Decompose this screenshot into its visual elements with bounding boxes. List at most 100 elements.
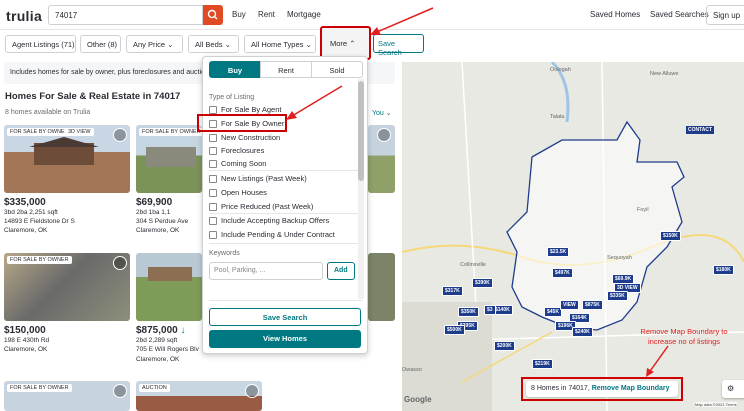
map-price-pin[interactable]: $500K <box>444 325 465 335</box>
divider <box>209 243 359 244</box>
map-price-pin[interactable]: $200K <box>494 341 515 351</box>
listing-card-photo[interactable] <box>136 253 202 321</box>
view-homes-button[interactable]: View Homes <box>209 330 361 348</box>
trulia-logo[interactable]: trulia <box>6 8 42 24</box>
listing-card-photo[interactable]: FOR SALE BY OWNER <box>4 253 130 321</box>
checkbox[interactable] <box>209 146 217 155</box>
heart-icon[interactable] <box>245 384 259 398</box>
location-search-input[interactable]: 74017 <box>48 5 203 25</box>
tab-sold[interactable]: Sold <box>311 61 363 78</box>
listing-card-photo[interactable] <box>368 125 395 193</box>
beds-filter-label: All Beds <box>195 40 223 49</box>
nav-mortgage[interactable]: Mortgage <box>287 10 321 19</box>
listing-address[interactable]: 198 E 430th Rd <box>4 337 49 344</box>
map-credit[interactable]: Map data ©2021 Terms <box>695 402 737 407</box>
option-label: New Construction <box>221 133 281 142</box>
nav-saved-searches[interactable]: Saved Searches <box>650 10 709 19</box>
listing-specs: 2bd 1ba 1,1 <box>136 209 171 216</box>
map-place-label: Foyil <box>637 207 649 213</box>
map-price-pin[interactable]: $317K <box>442 286 463 296</box>
checkbox[interactable] <box>209 216 217 225</box>
map-price-pin[interactable]: $350K <box>458 307 479 317</box>
map-price-pin[interactable]: VIEW <box>560 300 579 310</box>
map-place-label: Collinsville <box>460 262 486 268</box>
listing-specs: 2bd 2,289 sqft <box>136 337 178 344</box>
option-coming-soon[interactable]: Coming Soon <box>209 159 266 168</box>
map-settings-button[interactable]: ⚙ <box>722 380 744 398</box>
search-button[interactable] <box>203 5 223 25</box>
checkbox[interactable] <box>209 202 217 211</box>
listing-address[interactable]: 14893 E Fieldstone Dr S <box>4 218 75 225</box>
sign-up-button[interactable]: Sign up <box>706 5 744 25</box>
option-pending[interactable]: Include Pending & Under Contract <box>209 230 335 239</box>
chevron-up-icon: ⌃ <box>349 39 356 48</box>
option-new-listings[interactable]: New Listings (Past Week) <box>209 174 307 183</box>
heart-icon[interactable] <box>113 256 127 270</box>
listing-price: $875,000 ↓ <box>136 325 186 336</box>
listing-price: $335,000 <box>4 197 46 208</box>
option-for-sale-by-agent[interactable]: For Sale By Agent <box>209 105 281 114</box>
other-listings-filter[interactable]: Other (8) <box>80 35 121 53</box>
map-price-pin[interactable]: $497K <box>552 268 573 278</box>
heart-icon[interactable] <box>113 384 127 398</box>
map-price-pin[interactable]: $390K <box>472 278 493 288</box>
map-price-pin[interactable]: $23.5K <box>547 247 570 257</box>
keywords-input[interactable]: Pool, Parking, ... <box>209 262 323 280</box>
checkbox[interactable] <box>209 174 217 183</box>
remove-map-boundary-link[interactable]: Remove Map Boundary <box>592 385 670 392</box>
tab-buy[interactable]: Buy <box>209 61 261 78</box>
option-label: Open Houses <box>221 188 267 197</box>
map-price-pin[interactable]: $3 <box>484 305 496 315</box>
sort-dropdown[interactable]: You ⌄ <box>372 109 392 117</box>
3d-view-badge: 3D VIEW <box>65 128 94 136</box>
dropdown-scroll-thumb[interactable] <box>358 81 364 181</box>
map-price-pin[interactable]: $150K <box>660 231 681 241</box>
map-price-pin[interactable]: $240K <box>572 327 593 337</box>
map-place-label: Owasso <box>402 367 422 373</box>
option-new-construction[interactable]: New Construction <box>209 133 280 142</box>
listing-card-photo[interactable]: FOR SALE BY OWNER <box>136 125 202 193</box>
option-price-reduced[interactable]: Price Reduced (Past Week) <box>209 202 313 211</box>
home-types-filter[interactable]: All Home Types ⌄ <box>244 35 316 53</box>
map-price-pin[interactable]: $335K <box>607 291 628 301</box>
google-logo: Google <box>404 395 432 404</box>
checkbox[interactable] <box>209 230 217 239</box>
nav-saved-homes[interactable]: Saved Homes <box>590 10 640 19</box>
listing-card-photo[interactable] <box>368 253 395 321</box>
contact-pin[interactable]: CONTACT <box>686 126 715 134</box>
add-keyword-button[interactable]: Add <box>327 262 355 280</box>
checkbox[interactable] <box>209 105 217 114</box>
listings-map[interactable]: Oologah New Alluwe Talala Foyil Collinsv… <box>402 62 744 411</box>
beds-filter[interactable]: All Beds ⌄ <box>188 35 239 53</box>
status-badge: FOR SALE BY OWNER <box>7 384 72 392</box>
tab-rent[interactable]: Rent <box>260 61 312 78</box>
more-filter[interactable]: More ⌃ <box>320 26 371 60</box>
nav-rent[interactable]: Rent <box>258 10 275 19</box>
listing-card-photo[interactable]: AUCTION <box>136 381 262 411</box>
map-place-label: New Alluwe <box>650 71 679 77</box>
map-price-pin[interactable]: $180K <box>713 265 734 275</box>
status-badge: FOR SALE BY OWNER <box>139 128 202 136</box>
map-price-pin[interactable]: $875K <box>582 300 603 310</box>
heart-icon[interactable] <box>113 128 127 142</box>
listing-card-photo[interactable]: FOR SALE BY OWNER <box>4 381 130 411</box>
map-price-pin[interactable]: $219K <box>532 359 553 369</box>
option-open-houses[interactable]: Open Houses <box>209 188 267 197</box>
heart-icon[interactable] <box>377 128 391 142</box>
checkbox[interactable] <box>209 133 217 142</box>
checkbox[interactable] <box>209 159 217 168</box>
listing-address[interactable]: 304 S Perdue Ave <box>136 218 188 225</box>
option-label: Foreclosures <box>221 146 265 155</box>
map-result-text: 8 Homes in 74017, <box>531 385 590 392</box>
nav-buy[interactable]: Buy <box>232 10 246 19</box>
checkbox[interactable] <box>209 188 217 197</box>
listing-address[interactable]: 705 E Will Rogers Blv <box>136 346 199 353</box>
option-foreclosures[interactable]: Foreclosures <box>209 146 264 155</box>
price-filter[interactable]: Any Price ⌄ <box>126 35 183 53</box>
option-backup-offers[interactable]: Include Accepting Backup Offers <box>209 216 329 225</box>
agent-listings-filter[interactable]: Agent Listings (71) <box>5 35 76 53</box>
dropdown-save-search-button[interactable]: Save Search <box>209 308 361 326</box>
listing-card-photo[interactable]: FOR SALE BY OWNER 3D VIEW <box>4 125 130 193</box>
divider <box>209 213 359 214</box>
listing-price-value: $875,000 <box>136 325 178 336</box>
